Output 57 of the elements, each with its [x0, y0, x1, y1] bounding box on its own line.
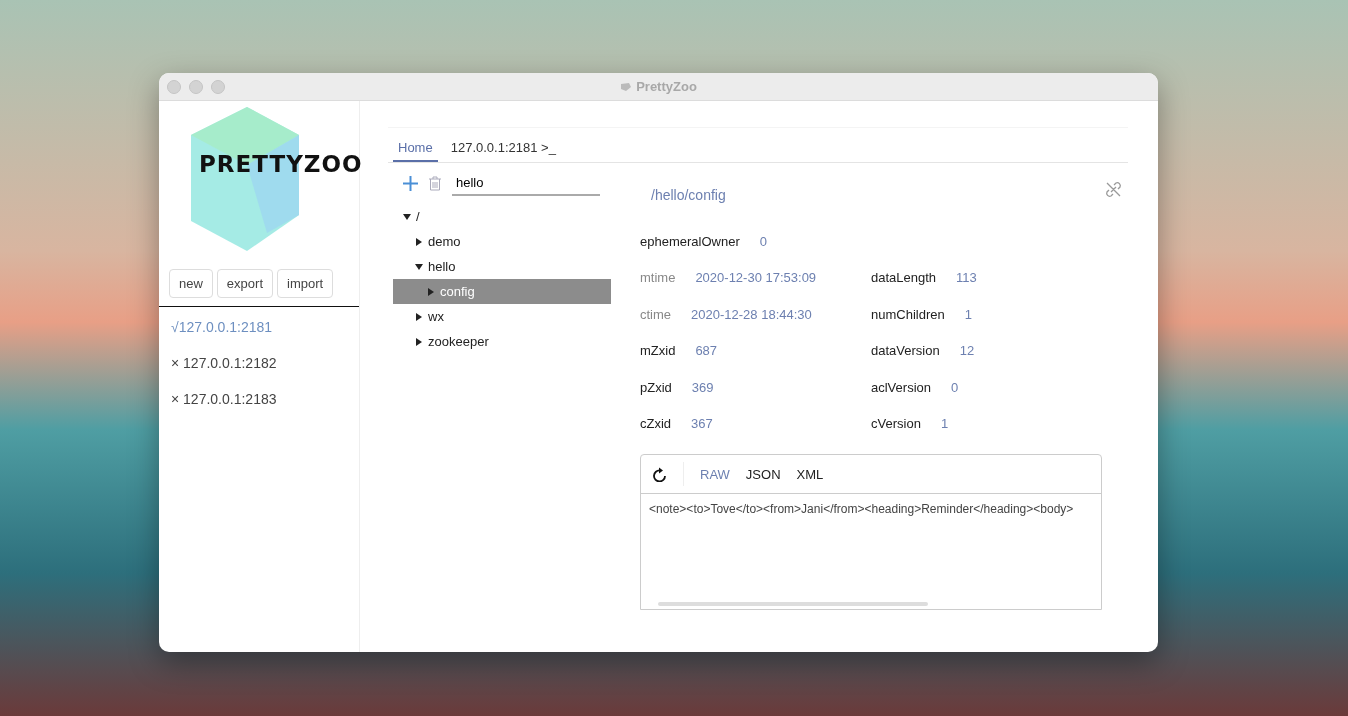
node-path: /hello/config: [651, 187, 726, 203]
stat-value: 1: [940, 416, 949, 432]
horizontal-scrollbar[interactable]: [658, 602, 928, 606]
stat-label: mtime: [640, 270, 676, 286]
server-item[interactable]: × 127.0.0.1:2183: [159, 379, 359, 415]
caret-right-icon[interactable]: [415, 337, 423, 346]
caret-right-icon[interactable]: [415, 237, 423, 246]
stat-label: pZxid: [640, 379, 672, 395]
stat-value: 367: [691, 416, 713, 432]
stat-value: 113: [956, 270, 977, 286]
format-tab[interactable]: XML: [796, 466, 824, 482]
format-tab[interactable]: JSON: [745, 466, 781, 482]
window-title: PrettyZoo: [636, 79, 697, 94]
node-label: wx: [428, 309, 444, 324]
caret-down-icon[interactable]: [415, 262, 423, 271]
plus-icon[interactable]: [403, 176, 418, 191]
stat-label: ctime: [640, 306, 672, 322]
sidebar-button[interactable]: new: [169, 269, 213, 298]
stat-label: cVersion: [871, 416, 921, 432]
stat-value: 1: [964, 306, 972, 322]
node-label: zookeeper: [428, 334, 489, 349]
tree-node[interactable]: wx: [393, 304, 611, 329]
format-tab[interactable]: RAW: [700, 466, 730, 482]
node-label: config: [440, 284, 475, 299]
server-item[interactable]: × 127.0.0.1:2182: [159, 343, 359, 379]
stat-label: dataLength: [871, 270, 937, 286]
tab[interactable]: 127.0.0.1:2181 >_: [445, 140, 561, 162]
broken-link-icon[interactable]: [1105, 181, 1122, 198]
tree-node[interactable]: demo: [393, 229, 611, 254]
stat-value: 12: [959, 343, 975, 359]
logo-text: PRETTYZOO: [199, 151, 363, 177]
stat-label: mZxid: [640, 343, 676, 359]
refresh-icon[interactable]: [653, 466, 667, 482]
stat-label: ephemeralOwner: [640, 233, 740, 249]
stat-label: dataVersion: [871, 343, 940, 359]
caret-down-icon[interactable]: [403, 212, 411, 221]
stat-value: 0: [951, 379, 959, 395]
stat-label: numChildren: [871, 306, 945, 322]
sidebar-button[interactable]: export: [216, 269, 273, 298]
node-label: hello: [428, 259, 456, 274]
node-label: /: [416, 209, 420, 224]
sidebar-button[interactable]: import: [277, 269, 334, 298]
node-label: demo: [428, 234, 461, 249]
stat-value: 369: [691, 379, 714, 395]
tree-node[interactable]: hello: [393, 254, 611, 279]
caret-right-icon[interactable]: [415, 312, 423, 321]
stat-value: 2020-12-28 18:44:30: [691, 306, 812, 322]
tree-node[interactable]: /: [393, 204, 611, 229]
node-content[interactable]: <note><to>Tove</to><from>Jani</from><heading>Reminder</heading><body>: [641, 494, 1101, 602]
stat-value: 0: [759, 233, 767, 249]
tab[interactable]: Home: [393, 140, 438, 162]
stat-label: aclVersion: [871, 379, 931, 395]
app-icon: [620, 81, 633, 92]
stat-value: 687: [695, 343, 718, 359]
stat-label: cZxid: [640, 416, 672, 432]
stat-value: 2020-12-30 17:53:09: [695, 270, 817, 286]
tree-node[interactable]: zookeeper: [393, 329, 611, 354]
